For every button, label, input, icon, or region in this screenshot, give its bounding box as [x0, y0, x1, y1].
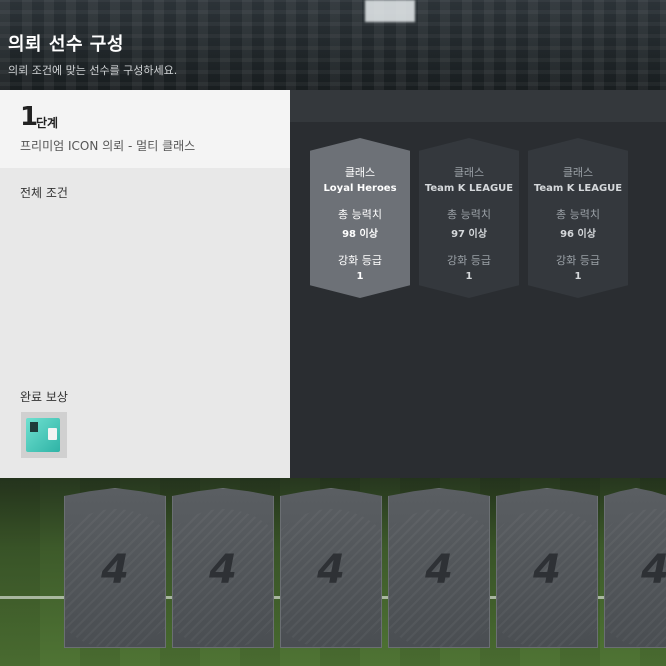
condition-card-1[interactable]: 클래스 Loyal Heroes 총 능력치 98 이상 강화 등급 1 [310, 138, 410, 298]
ovr-value: 98 이상 [342, 229, 378, 240]
slot-grade-number: 4 [317, 547, 345, 593]
teal-player-pack-icon [26, 418, 60, 452]
grade-value: 1 [574, 271, 582, 282]
grade-value: 1 [465, 271, 473, 282]
class-label: 클래스 [344, 166, 376, 179]
player-slot-1[interactable]: 4 [64, 488, 166, 648]
conditions-top-strip [290, 90, 666, 122]
grade-label: 강화 등급 [447, 254, 491, 267]
page-title: 의뢰 선수 구성 [8, 34, 124, 55]
step-description: 프리미엄 ICON 의뢰 - 멀티 클래스 [20, 139, 196, 153]
class-value: Team K LEAGUE [424, 183, 514, 194]
player-slot-2[interactable]: 4 [172, 488, 274, 648]
player-slot-5[interactable]: 4 [496, 488, 598, 648]
step-box: 1 단계 프리미엄 ICON 의뢰 - 멀티 클래스 [0, 90, 290, 168]
ovr-label: 총 능력치 [556, 208, 600, 221]
player-slot-4[interactable]: 4 [388, 488, 490, 648]
ovr-value: 96 이상 [560, 229, 596, 240]
page-subtitle: 의뢰 조건에 맞는 선수를 구성하세요. [8, 64, 178, 77]
step-word: 단계 [36, 116, 59, 130]
slot-grade-number: 4 [533, 547, 561, 593]
request-info-panel: 1 단계 프리미엄 ICON 의뢰 - 멀티 클래스 전체 조건 완료 보상 [0, 90, 290, 478]
slot-grade-number: 4 [209, 547, 237, 593]
class-label: 클래스 [453, 166, 485, 179]
reward-item[interactable] [21, 412, 67, 458]
ovr-value: 97 이상 [451, 229, 487, 240]
floodlight [365, 0, 415, 22]
class-value: Loyal Heroes [323, 183, 397, 194]
conditions-panel: 클래스 Loyal Heroes 총 능력치 98 이상 강화 등급 1 클래스… [290, 90, 666, 478]
slot-grade-number: 4 [425, 547, 453, 593]
slot-grade-number: 4 [101, 547, 129, 593]
player-slot-6[interactable]: 4 [604, 488, 666, 648]
grade-label: 강화 등급 [338, 254, 382, 267]
condition-card-3[interactable]: 클래스 Team K LEAGUE 총 능력치 96 이상 강화 등급 1 [528, 138, 628, 298]
all-conditions-label: 전체 조건 [20, 186, 68, 200]
grade-value: 1 [356, 271, 364, 282]
player-slot-3[interactable]: 4 [280, 488, 382, 648]
condition-card-2[interactable]: 클래스 Team K LEAGUE 총 능력치 97 이상 강화 등급 1 [419, 138, 519, 298]
class-value: Team K LEAGUE [533, 183, 623, 194]
ovr-label: 총 능력치 [447, 208, 491, 221]
class-label: 클래스 [562, 166, 594, 179]
grade-label: 강화 등급 [556, 254, 600, 267]
ovr-label: 총 능력치 [338, 208, 382, 221]
reward-label: 완료 보상 [20, 390, 68, 404]
slot-grade-number: 4 [605, 547, 666, 593]
header: 의뢰 선수 구성 의뢰 조건에 맞는 선수를 구성하세요. [8, 30, 177, 78]
